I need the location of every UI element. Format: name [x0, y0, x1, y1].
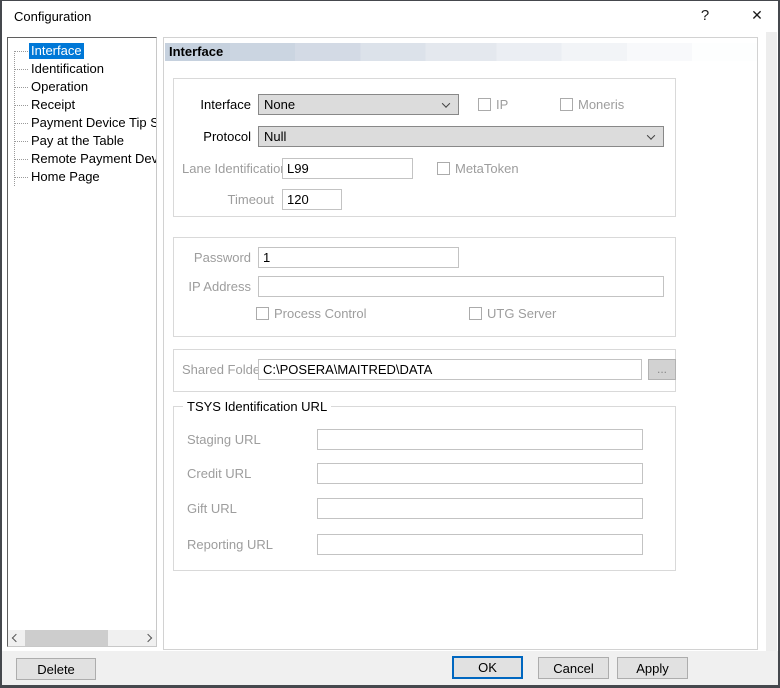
- staging-url-label: Staging URL: [187, 430, 307, 450]
- ok-button[interactable]: OK: [452, 656, 523, 679]
- process-control-checkbox-label: Process Control: [274, 306, 366, 322]
- page-title: Interface: [165, 43, 757, 61]
- moneris-checkbox[interactable]: [560, 98, 573, 111]
- scrollbar-thumb[interactable]: [25, 630, 108, 646]
- close-icon: ✕: [751, 7, 763, 24]
- configuration-dialog: Configuration ? ✕ Interface Identificati…: [0, 0, 780, 688]
- cancel-button[interactable]: Cancel: [538, 657, 609, 679]
- tree-item-label: Home Page: [29, 169, 102, 185]
- utg-server-checkbox[interactable]: [469, 307, 482, 320]
- tree-item-label: Identification: [29, 61, 106, 77]
- process-control-checkbox[interactable]: [256, 307, 269, 320]
- shared-folder-field[interactable]: [258, 359, 642, 380]
- interface-dropdown-value: None: [264, 97, 295, 112]
- reporting-url-label: Reporting URL: [187, 535, 307, 555]
- help-icon: ?: [701, 7, 709, 24]
- tree-item-label: Remote Payment Devi: [29, 151, 156, 167]
- credit-url-field[interactable]: [317, 463, 643, 484]
- protocol-dropdown-value: Null: [264, 129, 286, 144]
- tree-item-interface[interactable]: Interface: [8, 42, 156, 60]
- lane-identification-label: Lane Identification: [182, 159, 274, 179]
- metatoken-checkbox[interactable]: [437, 162, 450, 175]
- tree-horizontal-scrollbar[interactable]: [8, 630, 156, 646]
- window-title: Configuration: [14, 9, 91, 24]
- tree-item-label: Receipt: [29, 97, 77, 113]
- vertical-scroll-track[interactable]: [766, 32, 777, 651]
- scroll-right-arrow-icon[interactable]: [140, 630, 156, 646]
- close-button[interactable]: ✕: [741, 0, 773, 31]
- settings-tree-panel: Interface Identification Operation Recei…: [7, 37, 157, 647]
- timeout-label: Timeout: [182, 190, 274, 210]
- tsys-group-title: TSYS Identification URL: [183, 399, 331, 414]
- metatoken-checkbox-label: MetaToken: [455, 161, 519, 177]
- help-button[interactable]: ?: [689, 0, 721, 31]
- tsys-group-box: TSYS Identification URL Staging URL Cred…: [173, 406, 676, 571]
- tree-item-label: Operation: [29, 79, 90, 95]
- moneris-checkbox-label: Moneris: [578, 97, 624, 113]
- tree-item-label: Pay at the Table: [29, 133, 126, 149]
- chevron-down-icon: [442, 99, 450, 107]
- ip-address-label: IP Address: [182, 277, 251, 297]
- tree-item-payment-device-tip[interactable]: Payment Device Tip Su: [8, 114, 156, 132]
- interface-label: Interface: [182, 95, 251, 115]
- shared-folder-group-box: Shared Folder ...: [173, 349, 676, 392]
- ip-checkbox-label: IP: [496, 97, 508, 113]
- connection-group-box: Password IP Address Process Control UTG …: [173, 237, 676, 337]
- tree-item-identification[interactable]: Identification: [8, 60, 156, 78]
- password-field[interactable]: [258, 247, 459, 268]
- tree-item-pay-at-the-table[interactable]: Pay at the Table: [8, 132, 156, 150]
- interface-dropdown[interactable]: None: [258, 94, 459, 115]
- interface-group-box: Interface None IP Moneris Protocol Null …: [173, 78, 676, 217]
- utg-server-checkbox-label: UTG Server: [487, 306, 556, 322]
- delete-button[interactable]: Delete: [16, 658, 96, 680]
- ip-address-field[interactable]: [258, 276, 664, 297]
- protocol-label: Protocol: [182, 127, 251, 147]
- password-label: Password: [182, 248, 251, 268]
- chevron-down-icon: [647, 131, 655, 139]
- browse-button[interactable]: ...: [648, 359, 676, 380]
- ip-checkbox[interactable]: [478, 98, 491, 111]
- shared-folder-label: Shared Folder: [182, 360, 251, 380]
- tree-item-receipt[interactable]: Receipt: [8, 96, 156, 114]
- protocol-dropdown[interactable]: Null: [258, 126, 664, 147]
- settings-tree: Interface Identification Operation Recei…: [8, 42, 156, 186]
- gift-url-field[interactable]: [317, 498, 643, 519]
- reporting-url-field[interactable]: [317, 534, 643, 555]
- scroll-left-arrow-icon[interactable]: [8, 630, 24, 646]
- staging-url-field[interactable]: [317, 429, 643, 450]
- tree-item-home-page[interactable]: Home Page: [8, 168, 156, 186]
- credit-url-label: Credit URL: [187, 464, 307, 484]
- tree-item-label: Interface: [29, 43, 84, 59]
- apply-button[interactable]: Apply: [617, 657, 688, 679]
- title-bar[interactable]: Configuration ? ✕: [0, 0, 780, 32]
- timeout-field[interactable]: [282, 189, 342, 210]
- lane-identification-field[interactable]: [282, 158, 413, 179]
- tree-item-operation[interactable]: Operation: [8, 78, 156, 96]
- tree-item-label: Payment Device Tip Su: [29, 115, 156, 131]
- tree-item-remote-payment-device[interactable]: Remote Payment Devi: [8, 150, 156, 168]
- gift-url-label: Gift URL: [187, 499, 307, 519]
